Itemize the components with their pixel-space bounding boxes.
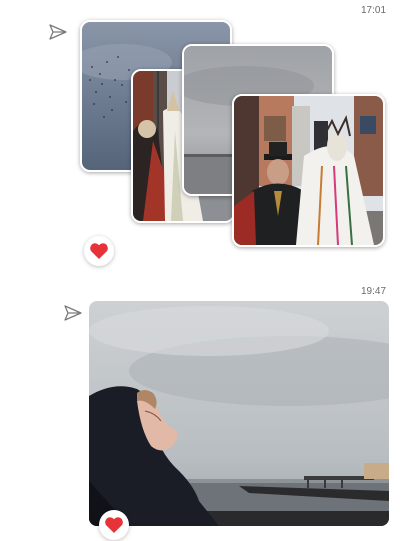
photo-thumbnail[interactable] bbox=[232, 94, 385, 247]
hooded-person-seaside-photo bbox=[89, 301, 389, 526]
heart-icon bbox=[90, 243, 108, 259]
reaction-badge[interactable] bbox=[84, 236, 114, 266]
sent-arrow-icon bbox=[64, 305, 82, 321]
folk-dancers-photo bbox=[234, 96, 383, 245]
reaction-badge[interactable] bbox=[99, 510, 129, 540]
message-timestamp: 19:47 bbox=[361, 286, 387, 297]
photo-message[interactable] bbox=[89, 301, 389, 526]
message-timestamp: 17:01 bbox=[361, 5, 387, 16]
heart-icon bbox=[105, 517, 123, 533]
sent-arrow-icon bbox=[49, 24, 67, 40]
